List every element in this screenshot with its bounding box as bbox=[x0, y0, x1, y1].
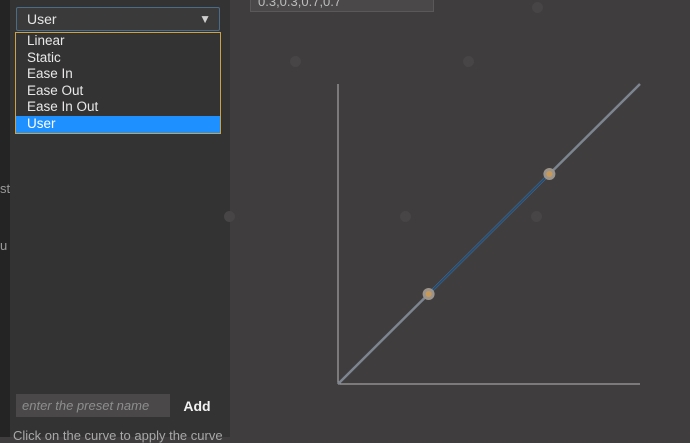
dropdown-option[interactable]: Ease In bbox=[16, 66, 220, 83]
add-preset-button[interactable]: Add bbox=[176, 394, 218, 417]
preset-select-value: User bbox=[27, 11, 57, 27]
preset-select[interactable]: User ▼ bbox=[16, 7, 220, 31]
dropdown-option[interactable]: User bbox=[16, 115, 220, 133]
control-point-handle[interactable] bbox=[422, 288, 435, 300]
left-panel-strip: st u bbox=[0, 0, 10, 437]
dropdown-option[interactable]: Ease In Out bbox=[16, 99, 220, 116]
truncated-label: st bbox=[0, 181, 11, 196]
control-segment bbox=[427, 173, 551, 295]
dropdown-option[interactable]: Linear bbox=[16, 33, 220, 50]
chevron-down-icon: ▼ bbox=[199, 12, 211, 26]
preset-dropdown-list: Linear Static Ease In Ease Out Ease In Out Us… bbox=[15, 32, 221, 134]
dropdown-option[interactable]: Ease Out bbox=[16, 83, 220, 100]
bezier-curve-graph[interactable] bbox=[230, 0, 690, 437]
hint-text: Click on the curve to apply the curve bbox=[13, 428, 223, 443]
handle-center bbox=[425, 291, 432, 297]
control-point-handle[interactable] bbox=[543, 168, 556, 180]
curve-editor-area: 0.3,0.3,0.7,0.7 bbox=[224, 0, 690, 437]
dropdown-option[interactable]: Static bbox=[16, 50, 220, 67]
truncated-label: u bbox=[0, 238, 8, 253]
preset-name-input[interactable] bbox=[16, 394, 170, 417]
handle-center bbox=[546, 171, 553, 177]
